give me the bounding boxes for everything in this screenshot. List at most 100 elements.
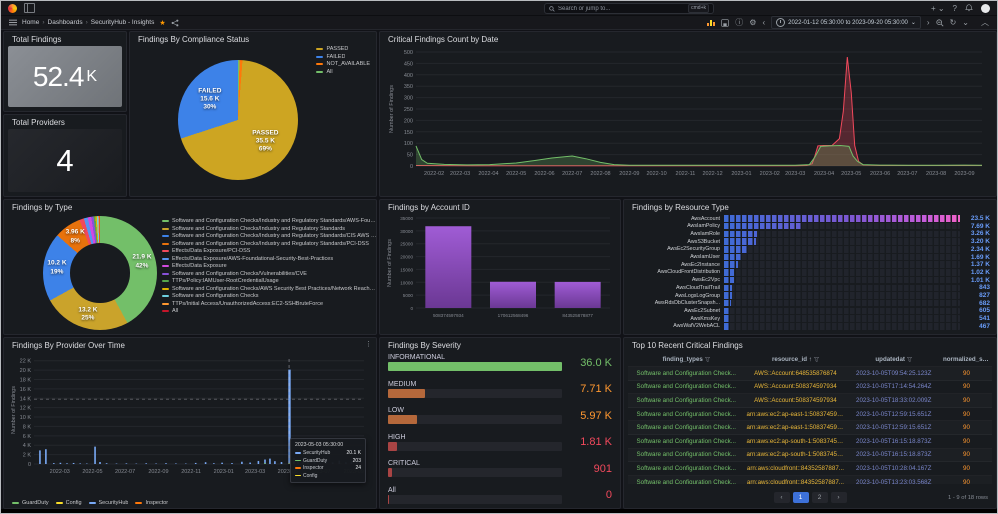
filter-icon[interactable] [906,357,912,362]
settings-gear-icon[interactable]: ⚙ [749,18,756,27]
breadcrumb-item[interactable]: Dashboards [48,19,83,26]
legend-item[interactable]: TTPs/Initial Access/UnauthorizedAccess:E… [162,301,377,307]
severity-row: LOW 5.97 K [388,407,612,425]
legend-item[interactable]: Software and Configuration Checks/AWS Se… [162,286,377,292]
table-header-resource_id[interactable]: resource_id ↑ [744,356,846,363]
search-input[interactable]: Search or jump to... cmd+k [544,3,714,14]
favorite-star-icon[interactable]: ★ [159,19,165,27]
panel-title[interactable]: Findings By Severity [380,338,620,351]
severity-track [388,468,562,478]
legend-label: All [172,308,179,314]
panel-title[interactable]: Findings by Resource Type [624,200,996,213]
save-icon[interactable] [721,18,729,27]
time-forward-icon[interactable]: › [927,18,930,27]
legend-item[interactable]: FAILED [316,54,370,60]
table-header-normalized_severity[interactable]: normalized_severity [941,356,992,363]
legend-item[interactable]: Effects/Data Exposure/AWS-Foundational-S… [162,256,377,262]
legend-swatch [162,272,169,275]
tooltip-series-name: SecurityHub [303,450,331,456]
breadcrumb-item[interactable]: SecurityHub - Insights [91,19,155,26]
time-range-picker[interactable]: 2022-01-12 05:30:00 to 2023-09-20 05:30:… [771,16,921,29]
svg-text:2022-05: 2022-05 [82,469,102,475]
legend-item[interactable]: Inspector [135,500,168,506]
compliance-legend: PASSED FAILED NOT_AVAILABLE All [316,46,370,75]
help-icon[interactable]: ? [953,4,957,13]
table-header-finding_types[interactable]: finding_types [628,356,744,363]
svg-text:22 K: 22 K [20,359,32,365]
slice-label: 13.2 K 25% [78,306,97,323]
filter-icon[interactable] [813,357,819,362]
svg-text:150: 150 [404,130,413,136]
panel-menu-icon[interactable]: ⋮ [365,341,372,348]
share-icon[interactable] [171,19,179,27]
legend-item[interactable]: GuardDuty [12,500,49,506]
refresh-icon[interactable]: ↻ [950,18,957,27]
page-prev-button[interactable]: ‹ [773,492,790,503]
time-back-icon[interactable]: ‹ [762,18,765,27]
legend-item[interactable]: All [316,69,370,75]
resource-value: 1.69 K [970,253,990,261]
table-cell: Software and Configuration Check... [636,451,736,459]
table-cell: arn:aws:cloudfront::84352587887... [746,464,844,472]
zoom-out-icon[interactable] [935,18,944,27]
legend-item[interactable]: All [162,308,377,314]
grafana-logo-icon[interactable] [8,3,17,13]
resource-row: AwsLogsLogGroup 827 [630,292,990,299]
add-icon[interactable]: + ⌄ [931,4,945,13]
page-button-1[interactable]: 1 [792,492,809,503]
table-row: Software and Configuration Check... arn:a… [628,435,992,449]
table-row: Software and Configuration Check... AWS::… [628,367,992,381]
legend-item[interactable]: Software and Configuration Checks/Indust… [162,218,377,224]
legend-item[interactable]: Effects/Data Exposure/PCI-DSS [162,248,377,254]
legend-label: FAILED [326,53,346,60]
panel-title[interactable]: Total Providers [4,115,126,128]
svg-text:10000: 10000 [400,280,413,285]
legend-item[interactable]: Software and Configuration Checks [162,293,377,299]
menu-icon[interactable] [9,19,17,26]
info-circle-icon[interactable]: ⓘ [735,18,743,27]
page-next-button[interactable]: › [830,492,847,503]
table-cell: 2023-10-05T12:59:15.651Z [856,424,932,432]
provider-bar [204,462,207,464]
table-cell: Software and Configuration Check... [636,464,736,472]
legend-item[interactable]: Software and Configuration Checks/Indust… [162,233,377,239]
refresh-interval-icon[interactable]: ⌄ [962,18,969,27]
severity-value: 901 [593,462,612,475]
panel-title[interactable]: Findings By Provider Over Time [4,338,376,351]
provider-bar [39,450,41,464]
legend-item[interactable]: Software and Configuration Checks/Vulner… [162,271,377,277]
filter-icon[interactable] [704,357,710,362]
search-shortcut-badge: cmd+k [688,4,709,13]
legend-item[interactable]: PASSED [316,46,370,52]
bell-icon[interactable] [965,4,973,12]
account-bar [554,281,601,308]
legend-swatch [135,502,143,504]
legend-item[interactable]: TTPs/Policy:IAMUser-RootCredentialUsage [162,278,377,284]
tooltip-swatch [295,452,301,454]
insights-icon[interactable] [707,19,716,26]
legend-item[interactable]: SecurityHub [88,500,128,506]
severity-label: MEDIUM [388,380,417,388]
severity-fill [388,362,562,371]
panel-title[interactable]: Critical Findings Count by Date [380,32,996,45]
legend-item[interactable]: Effects/Data Exposure [162,263,377,269]
legend-item[interactable]: NOT_AVAILABLE [316,61,370,67]
collapse-topbar-icon[interactable]: ︿ [981,18,989,27]
panel-title[interactable]: Findings by Account ID [380,200,620,213]
breadcrumb-item[interactable]: Home [22,19,39,26]
provider-bar [274,461,276,464]
user-avatar[interactable] [981,3,990,13]
legend-label: Software and Configuration Checks/Indust… [172,233,377,239]
dock-icon[interactable] [24,3,35,13]
panel-title[interactable]: Top 10 Recent Critical Findings [624,338,996,351]
svg-text:2022-07: 2022-07 [115,469,135,475]
table-header-updatedat[interactable]: updatedat [846,356,941,363]
legend-item[interactable]: Software and Configuration Checks/Indust… [162,241,377,247]
grafana-dashboard: Search or jump to... cmd+k + ⌄ ? Home › Da… [0,0,998,514]
panel-title[interactable]: Total Findings [4,32,126,45]
legend-item[interactable]: Software and Configuration Checks/Indust… [162,226,377,232]
severity-label: All [388,486,396,494]
critical-chart-svg: 0 50 100 150 200 250 300 350 400 450 500 2022-02 202… [389,50,983,177]
legend-item[interactable]: Config [55,500,82,506]
page-button-2[interactable]: 2 [811,492,828,503]
